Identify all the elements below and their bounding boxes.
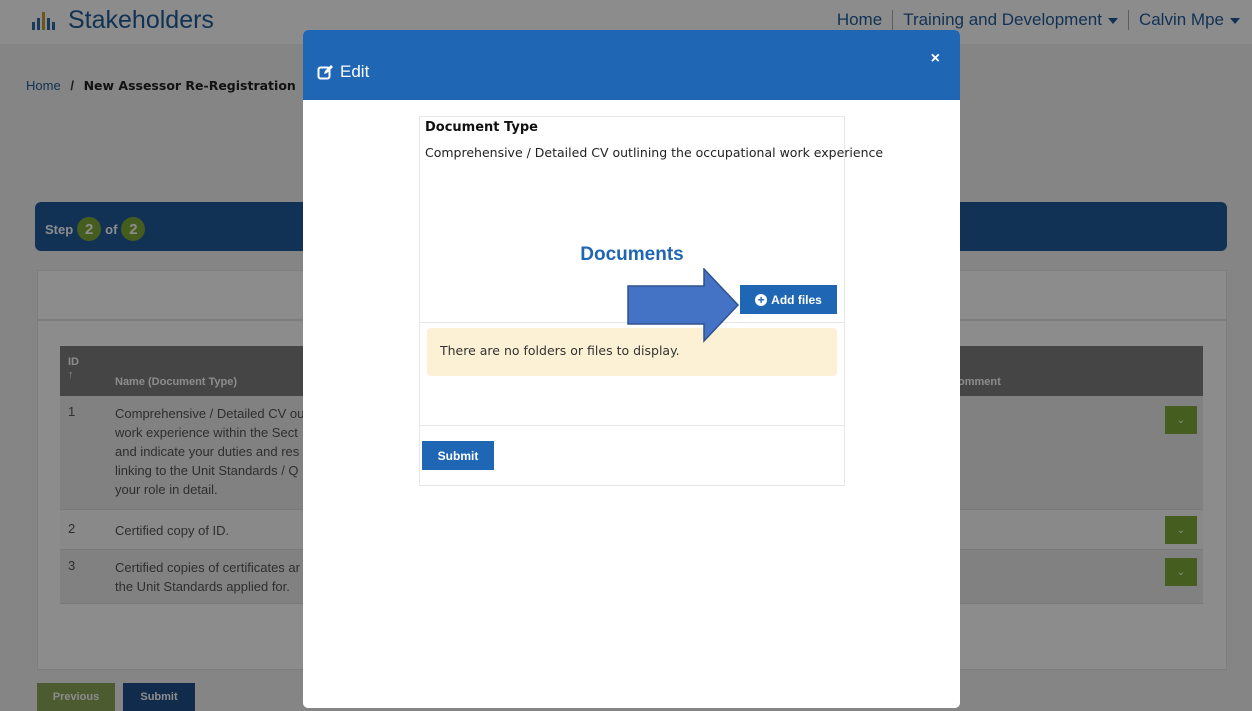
edit-modal: Edit × Document Type Comprehensive / Det…	[303, 30, 960, 708]
add-files-label: Add files	[771, 292, 822, 307]
edit-icon	[317, 64, 333, 79]
modal-submit-button[interactable]: Submit	[422, 441, 494, 470]
modal-title: Edit	[317, 62, 369, 82]
document-type-value: Comprehensive / Detailed CV outlining th…	[425, 145, 884, 160]
documents-heading: Documents	[580, 244, 684, 265]
add-files-button[interactable]: + Add files	[740, 285, 837, 314]
close-icon[interactable]: ×	[931, 50, 940, 68]
plus-circle-icon: +	[755, 293, 768, 306]
pointer-arrow-annotation	[627, 268, 740, 343]
modal-header: Edit ×	[303, 30, 960, 100]
document-type-label: Document Type	[425, 120, 538, 135]
modal-title-text: Edit	[340, 62, 370, 81]
divider	[420, 425, 844, 426]
